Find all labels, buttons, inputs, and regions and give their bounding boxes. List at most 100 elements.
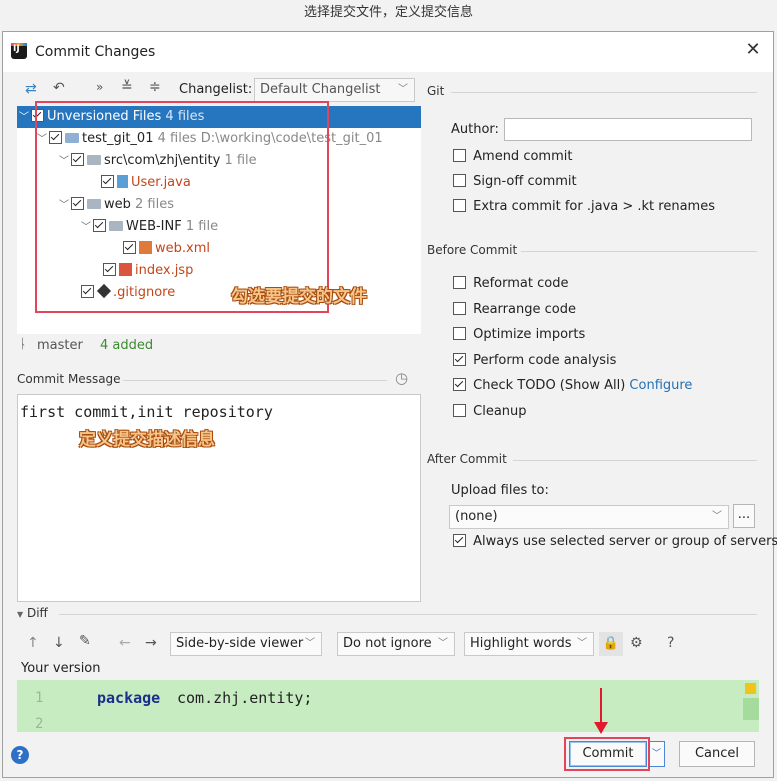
separator [59,614,757,615]
changelist-label: Changelist: [179,82,253,97]
back-icon[interactable]: ← [119,635,131,651]
cleanup-label: Cleanup [473,404,527,419]
viewer-select[interactable]: Side-by-side viewer ﹀ [170,632,322,656]
history-icon[interactable]: ◷ [395,369,408,387]
diff-label: Diff [26,606,48,620]
line-number: 1 [35,690,44,706]
analysis-label: Perform code analysis [473,353,617,368]
annotation-arrow-shaft [600,688,602,724]
rearrange-option[interactable]: Rearrange code [453,302,576,317]
code-keyword: package [97,689,161,707]
branch-icon: ᚿ [19,337,27,352]
reformat-checkbox[interactable] [453,276,466,289]
code-text: com.zhj.entity; [177,689,313,707]
scroll-marker [743,698,759,720]
analysis-option[interactable]: Perform code analysis [453,353,616,368]
todo-label: Check TODO (Show All) [473,378,626,393]
prev-diff-icon[interactable]: ↑ [27,635,39,651]
expand-all-icon[interactable]: ≚ [121,79,133,95]
author-input[interactable] [504,118,752,141]
chevron-down-icon: ﹀ [438,638,448,649]
configure-link[interactable]: Configure [629,378,692,393]
git-section-label: Git [427,84,445,98]
always-use-checkbox[interactable] [453,534,466,547]
cleanup-checkbox[interactable] [453,404,466,417]
commit-message-text[interactable]: first commit,init repository [18,395,420,421]
separator [513,460,757,461]
extra-commit-option[interactable]: Extra commit for .java > .kt renames [453,199,715,214]
chevron-down-icon: ﹀ [398,84,408,95]
always-use-label: Always use selected server or group of s… [473,534,777,549]
line-number: 2 [35,716,44,732]
amend-option[interactable]: Amend commit [453,149,572,164]
chevron-down-icon: ﹀ [305,638,315,649]
chevron-down-icon: ﹀ [577,638,587,649]
separator [123,380,387,381]
commit-message-input[interactable]: first commit,init repository [17,394,421,602]
analysis-checkbox[interactable] [453,353,466,366]
changelist-value: Default Changelist [260,82,381,97]
upload-label: Upload files to: [451,483,549,498]
amend-label: Amend commit [473,149,573,164]
commit-dialog: Commit Changes ✕ ⇄ ↶ » ≚ ≑ Changelist: D… [2,31,777,778]
signoff-label: Sign-off commit [473,174,577,189]
annotation-select-files: 勾选要提交的文件 [231,287,367,307]
separator [451,92,757,93]
highlight-select[interactable]: Highlight words ﹀ [464,632,594,656]
added-count: 4 added [100,338,154,353]
your-version-label: Your version [21,661,101,676]
todo-checkbox[interactable] [453,378,466,391]
rearrange-checkbox[interactable] [453,302,466,315]
page-caption: 选择提交文件，定义提交信息 [303,5,473,20]
ignore-select[interactable]: Do not ignore ﹀ [337,632,455,656]
lock-icon[interactable]: 🔒 [599,632,623,656]
always-use-option[interactable]: Always use selected server or group of s… [453,534,777,549]
collapse-all-icon[interactable]: ≑ [149,79,161,95]
diff-code-area: 1 2 package com.zhj.entity; [17,680,759,732]
annotation-define-message: 定义提交描述信息 [79,430,215,450]
commit-options-icon[interactable]: ﹀ [648,741,665,767]
separator [521,251,757,252]
more-icon[interactable]: » [96,80,103,94]
diff-section-label[interactable]: ▼ Diff [17,606,48,620]
undo-icon[interactable]: ↶ [53,80,65,96]
upload-value: (none) [455,509,498,524]
chevron-down-icon: ﹀ [712,511,722,522]
optimize-option[interactable]: Optimize imports [453,327,585,342]
edit-icon[interactable]: ✎ [79,633,91,649]
extra-commit-label: Extra commit for .java > .kt renames [473,199,715,214]
cleanup-option[interactable]: Cleanup [453,404,527,419]
changelist-select[interactable]: Default Changelist ﹀ [254,78,415,102]
branch-name: master [37,338,83,353]
reformat-label: Reformat code [473,276,569,291]
upload-select[interactable]: (none) ﹀ [449,505,729,529]
extra-commit-checkbox[interactable] [453,199,466,212]
before-commit-label: Before Commit [427,243,518,257]
marker-icon [745,683,756,694]
amend-checkbox[interactable] [453,149,466,162]
refresh-icon[interactable]: ⇄ [25,81,37,97]
rearrange-label: Rearrange code [473,302,576,317]
after-commit-label: After Commit [427,452,507,466]
signoff-option[interactable]: Sign-off commit [453,174,577,189]
close-icon[interactable]: ✕ [743,40,763,60]
collapse-icon[interactable]: ▼ [17,610,23,619]
todo-option[interactable]: Check TODO (Show All) Configure [453,378,692,393]
highlight-box [564,737,650,771]
gear-icon[interactable]: ⚙ [630,635,643,651]
browse-servers-button[interactable]: ... [733,504,755,528]
title-bar: Commit Changes ✕ [3,32,773,72]
help-icon[interactable]: ? [11,746,29,764]
ignore-value: Do not ignore [343,636,432,651]
help-diff-icon[interactable]: ? [667,635,674,651]
cancel-button[interactable]: Cancel [679,741,755,767]
intellij-icon [11,43,27,59]
optimize-checkbox[interactable] [453,327,466,340]
reformat-option[interactable]: Reformat code [453,276,568,291]
commit-message-label: Commit Message [17,372,121,386]
highlight-value: Highlight words [470,636,572,651]
forward-icon[interactable]: → [145,635,157,651]
next-diff-icon[interactable]: ↓ [53,635,65,651]
chevron-down-icon[interactable]: ﹀ [19,107,31,129]
signoff-checkbox[interactable] [453,174,466,187]
